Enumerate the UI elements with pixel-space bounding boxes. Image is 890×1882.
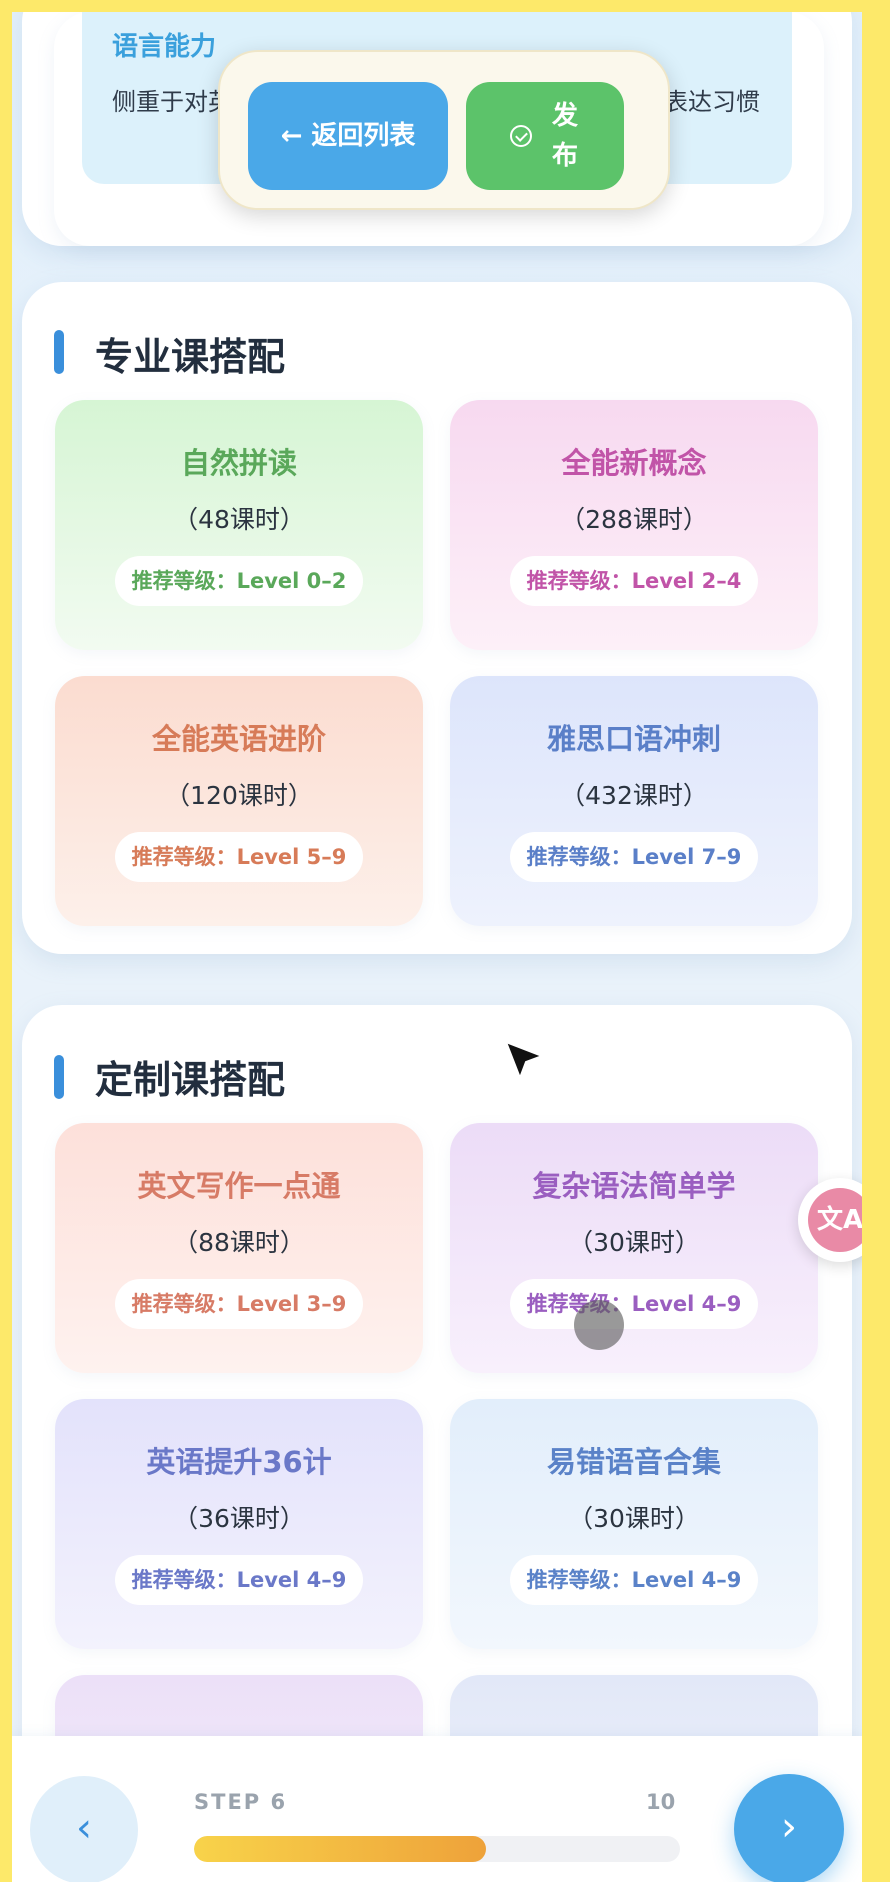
check-circle-icon [510, 125, 532, 147]
app-viewport: 语言能力 侧重于对英语语言知识的系统学习和理解，提升母语表达习惯 专业课搭配 自… [12, 12, 862, 1882]
course-name: 雅思口语冲刺 [546, 722, 721, 756]
course-name: 易错语音合集 [546, 1445, 721, 1479]
professional-courses-section: 专业课搭配 自然拼读 （48课时） 推荐等级：Level 0–2 全能新概念 （… [22, 282, 852, 954]
course-level-badge: 推荐等级：Level 4–9 [510, 1555, 758, 1605]
course-level-badge: 推荐等级：Level 3–9 [115, 1279, 363, 1329]
back-to-list-button[interactable]: ← 返回列表 [248, 82, 448, 190]
course-name: 自然拼读 [180, 446, 297, 480]
section-title: 定制课搭配 [95, 1058, 286, 1102]
course-name: 全能英语进阶 [151, 722, 326, 756]
translate-icon: 文A [808, 1188, 862, 1252]
course-card[interactable]: 易错语音合集 （30课时） 推荐等级：Level 4–9 [450, 1399, 818, 1649]
course-level-badge: 推荐等级：Level 2–4 [510, 556, 758, 606]
publish-label: 发布 [551, 101, 578, 171]
course-name: 复杂语法简单学 [532, 1169, 736, 1203]
course-name: 全能新概念 [561, 446, 707, 480]
course-level-badge: 推荐等级：Level 4–9 [115, 1555, 363, 1605]
section-accent-bar [54, 330, 64, 374]
bottom-step-nav: ‹ STEP 6 10 › [12, 1736, 862, 1882]
course-card[interactable]: 复杂语法简单学 （30课时） 推荐等级：Level 4–9 [450, 1123, 818, 1373]
course-card[interactable]: 全能新概念 （288课时） 推荐等级：Level 2–4 [450, 400, 818, 650]
course-level-badge: 推荐等级：Level 5–9 [115, 832, 363, 882]
step-progress-fill [194, 1836, 486, 1862]
course-card[interactable]: 英文写作一点通 （88课时） 推荐等级：Level 3–9 [55, 1123, 423, 1373]
course-card[interactable]: 雅思口语冲刺 （432课时） 推荐等级：Level 7–9 [450, 676, 818, 926]
floating-toolbar: ← 返回列表 发布 [218, 50, 670, 210]
course-name: 英文写作一点通 [137, 1169, 341, 1203]
step-progress-bar [194, 1836, 680, 1862]
course-hours: （30课时） [568, 1504, 700, 1533]
course-level-badge: 推荐等级：Level 0–2 [115, 556, 363, 606]
course-card[interactable]: 英语提升36计 （36课时） 推荐等级：Level 4–9 [55, 1399, 423, 1649]
course-level-badge: 推荐等级：Level 4–9 [510, 1279, 758, 1329]
course-level-badge: 推荐等级：Level 7–9 [510, 832, 758, 882]
course-name: 英语提升36计 [146, 1445, 332, 1479]
language-ability-title: 语言能力 [112, 32, 217, 62]
course-card[interactable]: 全能英语进阶 （120课时） 推荐等级：Level 5–9 [55, 676, 423, 926]
course-hours: （120课时） [165, 781, 313, 810]
pointer-cursor-icon [504, 1040, 545, 1081]
touch-indicator [574, 1300, 624, 1350]
course-card[interactable]: 自然拼读 （48课时） 推荐等级：Level 0–2 [55, 400, 423, 650]
step-label: STEP 6 [194, 1790, 288, 1814]
course-hours: （432课时） [560, 781, 708, 810]
course-hours: （88课时） [173, 1228, 305, 1257]
step-total: 10 [646, 1790, 676, 1814]
course-hours: （30课时） [568, 1228, 700, 1257]
course-hours: （48课时） [173, 505, 305, 534]
publish-button[interactable]: 发布 [466, 82, 624, 190]
chevron-right-icon[interactable]: › [734, 1774, 844, 1882]
chevron-left-icon[interactable]: ‹ [30, 1776, 138, 1882]
course-hours: （288课时） [560, 505, 708, 534]
section-title: 专业课搭配 [95, 335, 286, 379]
section-accent-bar [54, 1055, 64, 1099]
course-hours: （36课时） [173, 1504, 305, 1533]
